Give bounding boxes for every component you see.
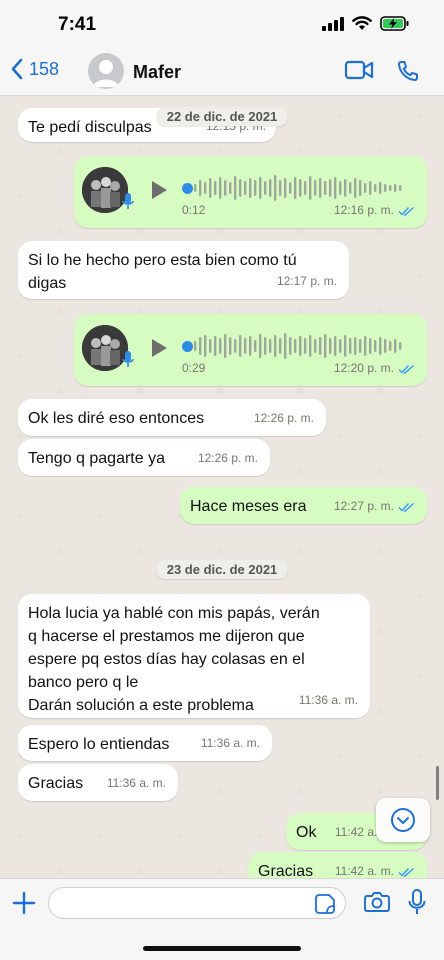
message-incoming[interactable]: Tengo q pagarte ya 12:26 p. m. xyxy=(18,439,270,476)
sticker-icon[interactable] xyxy=(314,893,336,915)
status-bar: 7:41 xyxy=(0,0,444,48)
message-text: Si lo he hecho pero esta bien como tú di… xyxy=(28,252,297,292)
home-indicator xyxy=(143,946,301,951)
message-time: 11:42 a. m. xyxy=(335,860,415,878)
message-time: 12:16 p. m. xyxy=(334,199,415,222)
chat-header: 158 Mafer xyxy=(0,48,444,96)
message-text: Te pedí disculpas xyxy=(28,119,152,136)
read-check-icon xyxy=(398,867,414,877)
message-time: 12:27 p. m. xyxy=(334,495,415,518)
signal-icon xyxy=(322,16,344,31)
read-check-icon xyxy=(398,364,414,374)
playback-position[interactable] xyxy=(182,341,193,352)
message-text: Tengo q pagarte ya xyxy=(28,450,165,467)
back-button[interactable]: 158 xyxy=(10,58,59,80)
battery-charging-icon xyxy=(380,16,409,31)
message-time: 11:36 a. m. xyxy=(200,736,260,750)
status-icons xyxy=(322,16,410,31)
message-time: 12:20 p. m. xyxy=(334,357,415,380)
chat-area[interactable]: Te pedí disculpas 12:15 p. m. 22 de dic.… xyxy=(0,96,444,878)
message-incoming[interactable]: Espero lo entiendas 11:36 a. m. xyxy=(18,725,272,761)
message-time: 12:17 p. m. xyxy=(276,274,337,288)
default-avatar-icon xyxy=(93,60,119,87)
message-input[interactable] xyxy=(48,887,346,919)
message-outgoing[interactable]: Hace meses era 12:27 p. m. xyxy=(180,487,427,524)
message-time: 11:36 a. m. xyxy=(298,693,358,707)
scrollbar-thumb[interactable] xyxy=(436,766,439,800)
message-outgoing[interactable]: Gracias 11:42 a. m. xyxy=(248,852,427,878)
message-text: Gracias xyxy=(28,775,84,792)
voice-duration: 0:12 xyxy=(182,203,206,217)
play-icon[interactable] xyxy=(150,338,168,358)
play-icon[interactable] xyxy=(150,180,168,200)
message-incoming[interactable]: Si lo he hecho pero esta bien como tú di… xyxy=(18,241,349,299)
read-check-icon xyxy=(398,502,414,512)
message-text: Hola lucia ya hablé con mis papás, verán… xyxy=(28,605,320,714)
plus-icon[interactable] xyxy=(12,891,36,915)
date-separator: 22 de dic. de 2021 xyxy=(156,107,288,126)
phone-icon[interactable] xyxy=(396,59,420,83)
message-incoming[interactable]: Gracias 11:36 a. m. xyxy=(18,764,178,801)
message-time: 12:26 p. m. xyxy=(197,451,258,465)
voice-message-outgoing[interactable]: 0:12 12:16 p. m. xyxy=(74,156,427,228)
message-text: Gracias xyxy=(258,863,314,878)
playback-position[interactable] xyxy=(182,183,193,194)
scroll-down-icon xyxy=(391,808,415,832)
mic-icon xyxy=(122,193,134,209)
message-text: Ok les diré eso entonces xyxy=(28,410,205,427)
date-separator: 23 de dic. de 2021 xyxy=(156,560,288,579)
message-time: 11:36 a. m. xyxy=(106,776,166,790)
read-check-icon xyxy=(398,206,414,216)
message-incoming[interactable]: Ok les diré eso entonces 12:26 p. m. xyxy=(18,399,326,436)
microphone-icon[interactable] xyxy=(407,888,427,916)
contact-avatar[interactable] xyxy=(88,53,124,89)
back-chevron-icon xyxy=(11,58,23,80)
message-text: Hace meses era xyxy=(190,498,307,515)
voice-duration: 0:29 xyxy=(182,361,206,375)
message-text: Espero lo entiendas xyxy=(28,736,170,753)
mic-icon xyxy=(122,351,134,367)
status-time: 7:41 xyxy=(58,14,97,35)
scroll-to-bottom-button[interactable] xyxy=(376,798,430,842)
message-time: 12:26 p. m. xyxy=(253,411,314,425)
video-call-icon[interactable] xyxy=(344,59,374,81)
back-count: 158 xyxy=(29,58,60,79)
voice-message-outgoing[interactable]: 0:29 12:20 p. m. xyxy=(74,314,427,386)
wifi-icon xyxy=(352,16,372,30)
message-incoming[interactable]: Hola lucia ya hablé con mis papás, verán… xyxy=(18,594,370,718)
contact-name[interactable]: Mafer xyxy=(133,62,181,83)
message-text: Ok xyxy=(296,824,317,841)
camera-icon[interactable] xyxy=(364,891,390,913)
